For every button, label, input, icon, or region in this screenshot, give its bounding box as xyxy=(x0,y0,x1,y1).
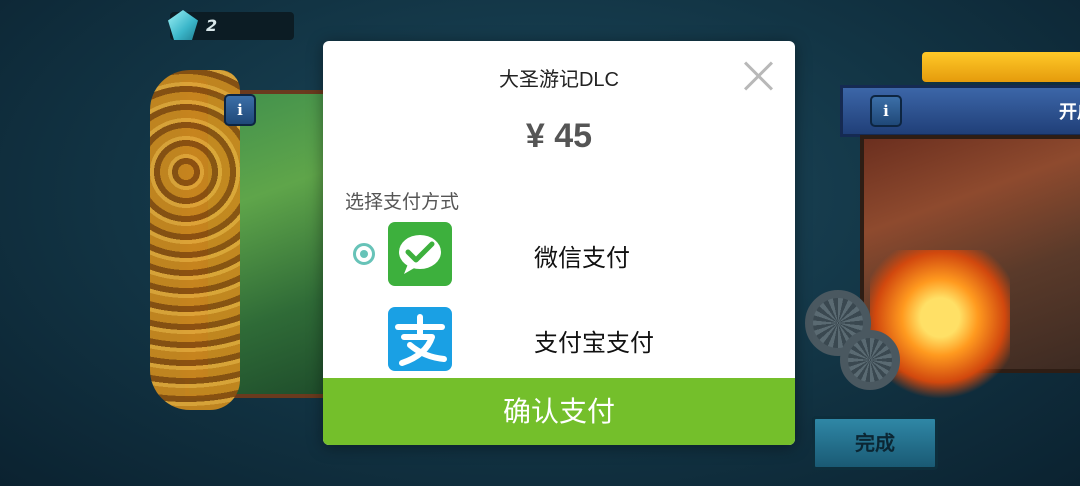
wechat-pay-label: 微信支付 xyxy=(534,244,630,272)
level-card-right[interactable]: 开启 i xyxy=(805,50,1080,400)
done-button[interactable]: 完成 xyxy=(812,416,938,470)
close-icon[interactable] xyxy=(741,59,775,93)
radio-selected-icon[interactable] xyxy=(353,243,375,265)
yellow-ribbon xyxy=(922,52,1080,82)
payment-dialog: 大圣游记DLC ¥ 45 选择支付方式 微信支付 支付宝支付 确认支付 xyxy=(323,41,795,445)
info-icon[interactable]: i xyxy=(224,94,256,126)
gem-icon xyxy=(168,10,198,40)
payment-option-alipay[interactable]: 支付宝支付 xyxy=(323,307,795,373)
alipay-label: 支付宝支付 xyxy=(534,329,654,357)
gear-icon xyxy=(840,330,900,390)
confirm-payment-button[interactable]: 确认支付 xyxy=(323,378,795,445)
level-card-left[interactable]: i xyxy=(150,60,363,420)
wechat-icon xyxy=(388,222,452,286)
info-icon[interactable]: i xyxy=(870,95,902,127)
price-label: ¥ 45 xyxy=(525,117,593,155)
payment-option-wechat[interactable]: 微信支付 xyxy=(323,222,795,288)
banner-text: 开启 xyxy=(1059,102,1080,123)
dialog-title: 大圣游记DLC xyxy=(498,69,619,91)
gem-counter: 2 xyxy=(168,10,294,40)
payment-method-label: 选择支付方式 xyxy=(345,191,460,213)
alipay-icon xyxy=(388,307,452,371)
gem-count: 2 xyxy=(206,16,218,35)
